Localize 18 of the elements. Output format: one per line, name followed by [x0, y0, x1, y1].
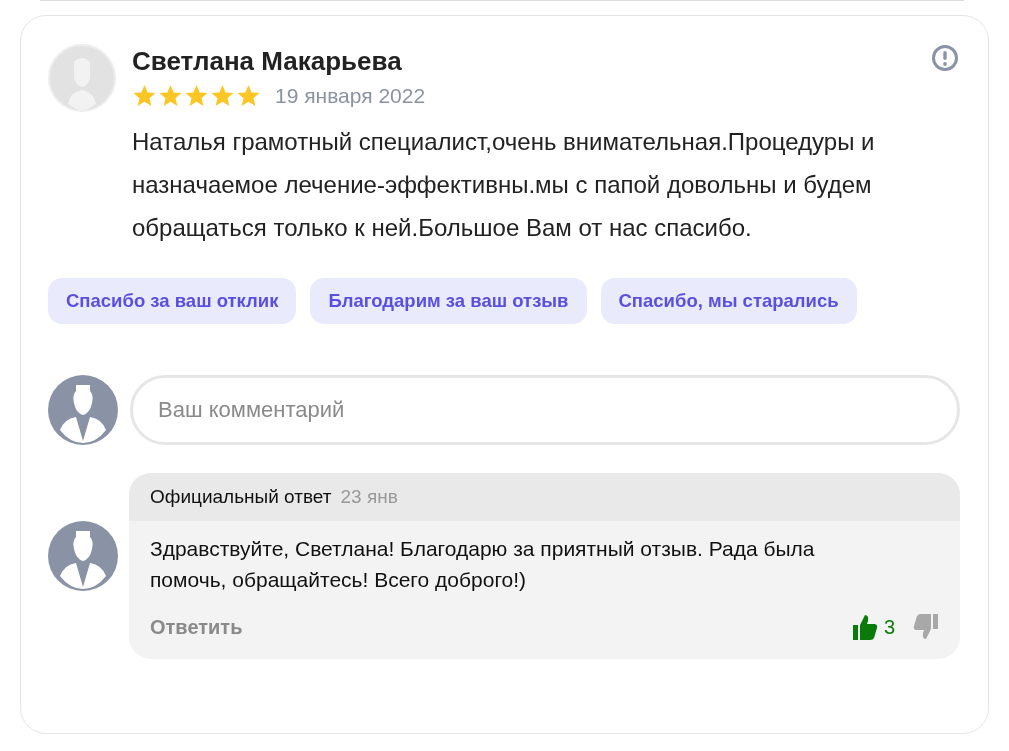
comment-field[interactable]: Ваш комментарий [130, 375, 960, 445]
reply-text: Здравствуйте, Светлана! Благодарю за приятный отзыв. Рада была помочь, обращайтесь! Всего доброго!) [150, 536, 816, 593]
review-date: 19 января 2022 [275, 83, 426, 108]
quick-reply-chip[interactable]: Спасибо, мы старались [600, 278, 857, 324]
review-text: Наталья грамотный специалист,очень внимательная.Процедуры и назначаемое лечение-эффективны.мы с папой довольны и будем обращаться только к ней.Большое Вам от нас спасибо. [132, 127, 876, 243]
author-name: Светлана Макарьева [132, 46, 403, 77]
reply-link[interactable]: Ответить [150, 615, 243, 639]
user-silhouette-icon [48, 521, 118, 591]
user-silhouette-icon [48, 375, 118, 445]
reply-label: Официальный ответ [150, 486, 332, 508]
thumbs-down-icon[interactable] [913, 613, 939, 641]
report-icon[interactable] [931, 44, 959, 72]
like-count: 3 [883, 615, 895, 639]
quick-reply-chip[interactable]: Благодарим за ваш отзыв [310, 278, 587, 324]
avatar-icon [48, 44, 116, 112]
quick-reply-chip[interactable]: Спасибо за ваш отклик [48, 278, 297, 324]
thumbs-up-icon[interactable] [851, 613, 878, 641]
reply-date: 23 янв [340, 486, 398, 508]
